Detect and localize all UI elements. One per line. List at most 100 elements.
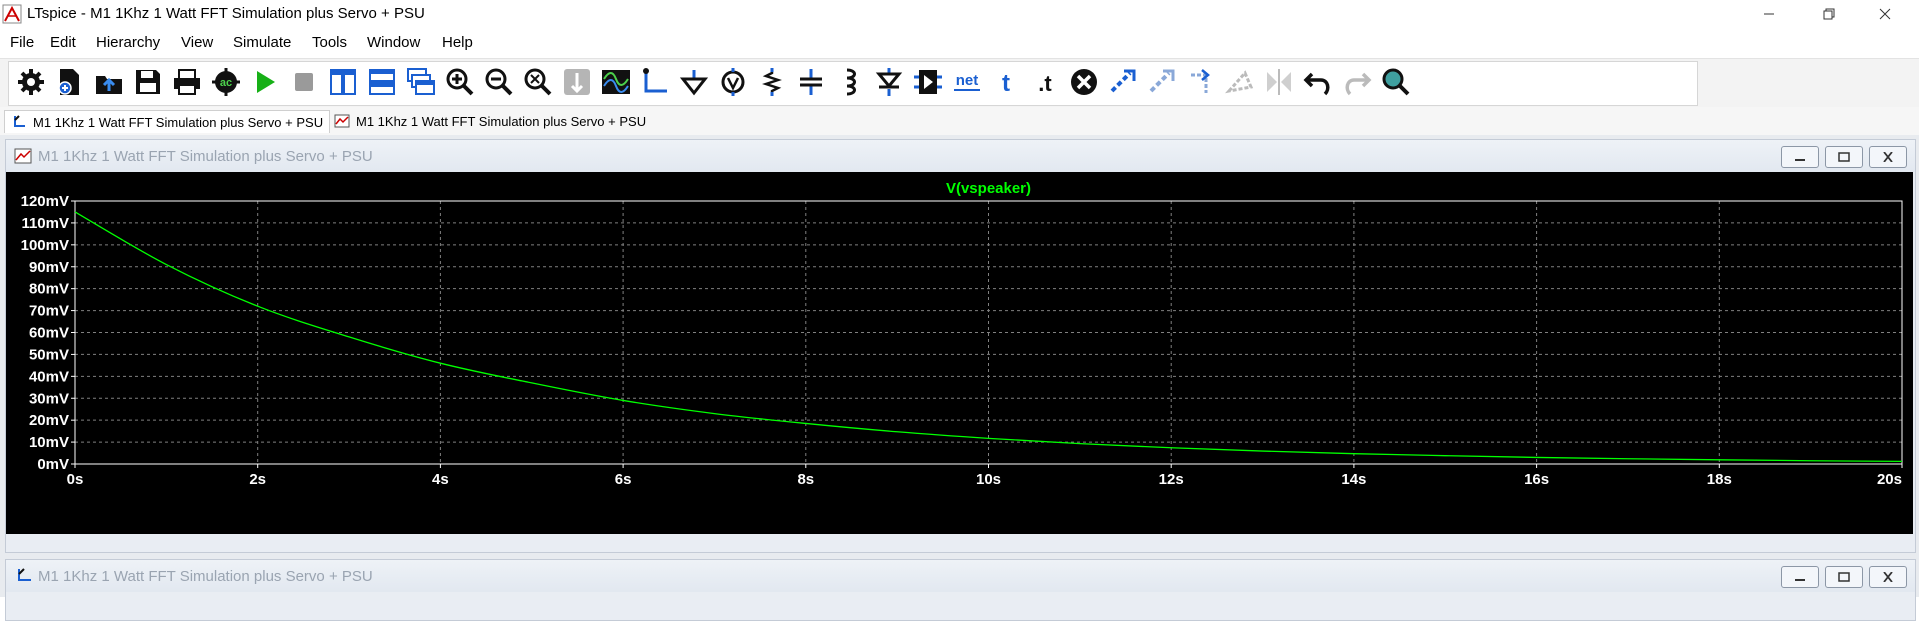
tab-waveform-label: M1 1Khz 1 Watt FFT Simulation plus Servo… — [356, 113, 647, 129]
close-button[interactable] — [1862, 0, 1908, 28]
maximize-icon — [1838, 572, 1850, 582]
zoom-out-icon[interactable] — [484, 67, 514, 97]
voltage-source-icon[interactable] — [718, 67, 748, 97]
x-tick-label: 0s — [67, 471, 84, 488]
undo-icon[interactable] — [1303, 67, 1333, 97]
y-tick-label: 80mV — [29, 281, 69, 298]
y-tick-label: 10mV — [29, 434, 69, 451]
redo-icon[interactable] — [1342, 67, 1372, 97]
move-icon[interactable] — [1108, 67, 1138, 97]
waveform-window-title: M1 1Khz 1 Watt FFT Simulation plus Servo… — [38, 148, 373, 165]
schematic-window-title: M1 1Khz 1 Watt FFT Simulation plus Servo… — [38, 568, 373, 585]
trace-name-label[interactable]: V(vspeaker) — [946, 180, 1031, 197]
svg-text:.t: .t — [1038, 71, 1052, 96]
tab-schematic[interactable]: M1 1Khz 1 Watt FFT Simulation plus Servo… — [4, 110, 331, 133]
x-tick-label: 14s — [1341, 471, 1366, 488]
mirror-icon[interactable] — [1225, 67, 1255, 97]
halt-icon[interactable] — [289, 67, 319, 97]
waveform-chart[interactable]: 0mV 10mV 20mV 30mV 40mV 50mV 60mV 70mV 80mV 90mV 1… — [6, 172, 1913, 534]
mirror-disabled-icon[interactable] — [1264, 67, 1294, 97]
net-label-icon[interactable]: net — [952, 67, 982, 97]
menu-window[interactable]: Window — [367, 34, 420, 51]
waveform-window-icon — [14, 148, 32, 164]
waveform-window-titlebar[interactable]: M1 1Khz 1 Watt FFT Simulation plus Servo… — [6, 140, 1915, 172]
y-tick-label: 60mV — [29, 325, 69, 342]
y-tick-label: 40mV — [29, 368, 69, 385]
find-icon[interactable] — [1381, 67, 1411, 97]
x-axis-ticks: 0s 2s 4s 6s 8s 10s 12s 14s 16s 18s 20s — [67, 464, 1903, 488]
waveform-close-button[interactable] — [1869, 146, 1907, 168]
title-bar: LTspice - M1 1Khz 1 Watt FFT Simulation … — [0, 0, 1919, 28]
component-icon[interactable] — [913, 67, 943, 97]
x-tick-label: 4s — [432, 471, 449, 488]
restore-icon — [1823, 8, 1835, 20]
y-tick-label: 100mV — [21, 237, 69, 254]
x-tick-label: 16s — [1524, 471, 1549, 488]
y-tick-label: 20mV — [29, 412, 69, 429]
run-icon[interactable] — [250, 67, 280, 97]
resistor-icon[interactable] — [757, 67, 787, 97]
menu-edit[interactable]: Edit — [50, 34, 76, 51]
y-tick-label: 90mV — [29, 259, 69, 276]
inductor-icon[interactable] — [835, 67, 865, 97]
ground-icon[interactable] — [679, 67, 709, 97]
minimize-icon — [1795, 159, 1805, 161]
menu-tools[interactable]: Tools — [312, 34, 347, 51]
menu-simulate[interactable]: Simulate — [233, 34, 291, 51]
close-icon — [1883, 572, 1893, 582]
save-icon[interactable] — [133, 67, 163, 97]
minimize-button[interactable] — [1746, 0, 1792, 28]
waveform-icon[interactable] — [601, 67, 631, 97]
open-file-icon[interactable] — [94, 67, 124, 97]
zoom-fit-icon[interactable] — [523, 67, 553, 97]
wire-icon[interactable] — [640, 67, 670, 97]
y-axis-ticks: 0mV 10mV 20mV 30mV 40mV 50mV 60mV 70mV 80mV 90mV 1… — [21, 193, 75, 473]
waveform-tab-icon — [334, 114, 350, 128]
svg-text:t: t — [1002, 70, 1010, 97]
document-tabs: M1 1Khz 1 Watt FFT Simulation plus Servo… — [0, 107, 1919, 136]
schematic-window-titlebar[interactable]: M1 1Khz 1 Watt FFT Simulation plus Servo… — [6, 560, 1915, 592]
ac-analysis-icon[interactable]: ac — [211, 67, 241, 97]
tile-vertical-icon[interactable] — [328, 67, 358, 97]
print-icon[interactable] — [172, 67, 202, 97]
cascade-icon[interactable] — [406, 67, 436, 97]
menu-view[interactable]: View — [181, 34, 213, 51]
restore-button[interactable] — [1806, 0, 1852, 28]
delete-icon[interactable] — [1069, 67, 1099, 97]
diode-icon[interactable] — [874, 67, 904, 97]
tab-waveform[interactable]: M1 1Khz 1 Watt FFT Simulation plus Servo… — [334, 110, 646, 132]
schematic-close-button[interactable] — [1869, 566, 1907, 588]
text-icon[interactable]: t — [991, 67, 1021, 97]
y-tick-label: 30mV — [29, 390, 69, 407]
y-tick-label: 120mV — [21, 193, 69, 210]
menu-help[interactable]: Help — [442, 34, 473, 51]
minimize-icon — [1795, 579, 1805, 581]
menu-bar: File Edit Hierarchy View Simulate Tools … — [0, 28, 1919, 59]
tile-horizontal-icon[interactable] — [367, 67, 397, 97]
plot-pane[interactable]: 0mV 10mV 20mV 30mV 40mV 50mV 60mV 70mV 80mV 90mV 1… — [6, 172, 1913, 534]
schematic-maximize-button[interactable] — [1825, 566, 1863, 588]
zoom-in-icon[interactable] — [445, 67, 475, 97]
capacitor-icon[interactable] — [796, 67, 826, 97]
menu-hierarchy[interactable]: Hierarchy — [96, 34, 160, 51]
y-tick-label: 0mV — [37, 456, 69, 473]
menu-file[interactable]: File — [10, 34, 34, 51]
close-icon — [1879, 8, 1891, 20]
svg-text:ac: ac — [220, 77, 232, 89]
toolbar: ac net t .t — [0, 59, 1919, 108]
rotate-icon[interactable] — [1186, 67, 1216, 97]
drag-icon[interactable] — [1147, 67, 1177, 97]
x-tick-label: 8s — [797, 471, 814, 488]
schematic-window: M1 1Khz 1 Watt FFT Simulation plus Servo… — [5, 559, 1916, 621]
autorange-icon[interactable] — [562, 67, 592, 97]
maximize-icon — [1838, 152, 1850, 162]
x-tick-label: 10s — [976, 471, 1001, 488]
svg-text:net: net — [956, 72, 979, 89]
schematic-minimize-button[interactable] — [1781, 566, 1819, 588]
spice-directive-icon[interactable]: .t — [1030, 67, 1060, 97]
waveform-minimize-button[interactable] — [1781, 146, 1819, 168]
waveform-maximize-button[interactable] — [1825, 146, 1863, 168]
new-schematic-icon[interactable] — [55, 67, 85, 97]
settings-icon[interactable] — [16, 67, 46, 97]
schematic-icon — [14, 115, 25, 127]
